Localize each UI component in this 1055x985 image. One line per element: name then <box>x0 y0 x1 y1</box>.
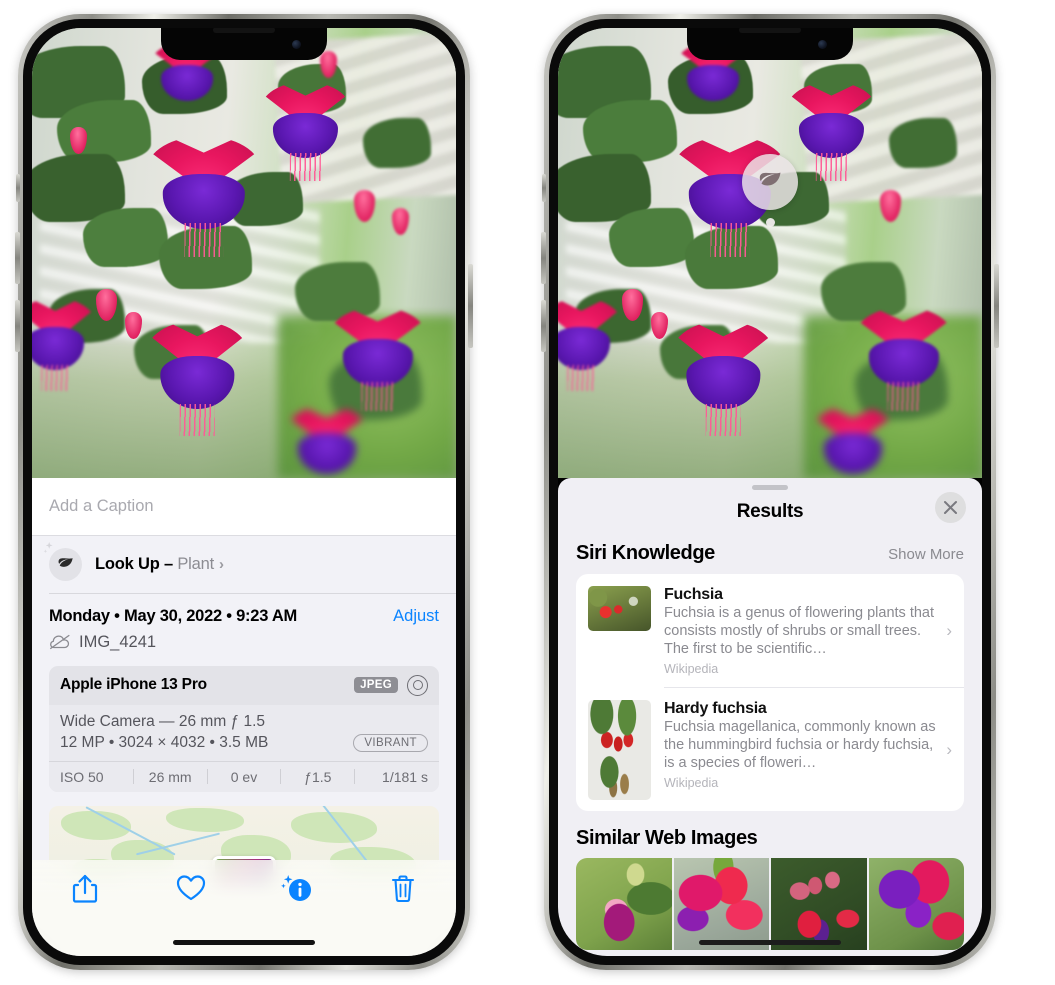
bezel-right: Results Siri Knowledge Show More Fuchsia… <box>549 19 991 965</box>
look-up-row[interactable]: Look Up – Plant › <box>32 536 456 593</box>
volume-down-button[interactable] <box>15 300 20 352</box>
screen-right: Results Siri Knowledge Show More Fuchsia… <box>558 28 982 956</box>
siri-knowledge-card: Fuchsia Fuchsia is a genus of flowering … <box>576 574 964 811</box>
look-up-label: Look Up – Plant › <box>95 555 224 574</box>
earpiece-speaker <box>739 28 801 33</box>
knowledge-source: Wikipedia <box>664 776 719 791</box>
knowledge-thumbnail <box>588 586 651 631</box>
look-up-title: Look Up – <box>95 555 178 573</box>
info-sparkle-icon <box>281 875 311 901</box>
trash-icon <box>391 875 415 903</box>
leaf-icon <box>43 542 82 581</box>
caption-input[interactable]: Add a Caption <box>32 478 456 536</box>
mute-switch[interactable] <box>542 174 546 202</box>
share-button[interactable] <box>32 874 138 904</box>
knowledge-description: Fuchsia magellanica, commonly known as t… <box>664 718 936 771</box>
knowledge-title: Fuchsia <box>664 586 723 603</box>
similar-web-images-row <box>576 857 964 950</box>
exif-iso: ISO 50 <box>60 768 104 785</box>
knowledge-row[interactable]: Fuchsia Fuchsia is a genus of flowering … <box>576 574 964 687</box>
file-name: IMG_4241 <box>79 632 157 651</box>
exif-shutter: 1/181 s <box>382 768 428 785</box>
volume-up-button[interactable] <box>15 232 20 284</box>
volume-up-button[interactable] <box>541 232 546 284</box>
exif-aperture: ƒ1.5 <box>304 768 332 785</box>
format-badge: JPEG <box>354 677 398 693</box>
results-panel: Results Siri Knowledge Show More Fuchsia… <box>558 478 982 956</box>
knowledge-source: Wikipedia <box>664 662 719 677</box>
similar-image-thumb[interactable] <box>576 857 672 950</box>
heart-icon <box>176 875 206 901</box>
show-more-button[interactable]: Show More <box>888 546 964 563</box>
similar-image-thumb[interactable] <box>673 857 769 950</box>
favorite-button[interactable] <box>138 874 244 902</box>
photo-fuchsia-right[interactable] <box>558 28 982 478</box>
front-camera-icon <box>818 40 827 49</box>
power-button[interactable] <box>994 264 999 348</box>
caption-placeholder: Add a Caption <box>49 497 154 515</box>
capture-date: Monday • May 30, 2022 • 9:23 AM <box>49 606 298 625</box>
chevron-right-icon: › <box>218 556 224 573</box>
earpiece-speaker <box>213 28 275 33</box>
chevron-right-icon: › <box>946 621 952 641</box>
power-button[interactable] <box>468 264 473 348</box>
leaf-icon <box>759 172 781 186</box>
similar-image-thumb[interactable] <box>868 857 964 950</box>
knowledge-description: Fuchsia is a genus of flowering plants t… <box>664 605 935 657</box>
results-title: Results <box>736 501 804 522</box>
share-icon <box>72 874 98 903</box>
camera-model: Apple iPhone 13 Pro <box>60 676 207 693</box>
chevron-right-icon: › <box>946 739 952 759</box>
notch-left <box>161 28 327 60</box>
camera-info-card[interactable]: Apple iPhone 13 Pro JPEG Wide Camera — 2… <box>49 665 439 792</box>
siri-knowledge-header: Siri Knowledge Show More <box>558 534 982 574</box>
bezel-left: Add a Caption Look Up – Plant › Monday •… <box>23 19 465 965</box>
home-indicator-right[interactable] <box>699 940 841 945</box>
siri-knowledge-title: Siri Knowledge <box>576 542 715 564</box>
delete-button[interactable] <box>350 874 456 904</box>
home-indicator-left[interactable] <box>173 940 315 945</box>
exif-ev: 0 ev <box>230 768 258 785</box>
badge-anchor-dot <box>765 218 775 227</box>
iphone-left: Add a Caption Look Up – Plant › Monday •… <box>15 14 473 970</box>
close-icon <box>944 501 957 514</box>
close-button[interactable] <box>935 492 966 523</box>
resolution-info: 12 MP • 3024 × 4032 • 3.5 MB <box>60 733 269 751</box>
knowledge-row[interactable]: Hardy fuchsia Fuchsia magellanica, commo… <box>576 688 964 811</box>
exif-focal: 26 mm <box>148 768 192 785</box>
photographic-style-badge: VIBRANT <box>353 733 428 752</box>
sparkles-icon <box>43 542 53 553</box>
knowledge-title: Hardy fuchsia <box>664 699 767 717</box>
info-button[interactable] <box>244 874 350 904</box>
screenshot-root: Add a Caption Look Up – Plant › Monday •… <box>0 0 1055 985</box>
front-camera-icon <box>292 40 301 49</box>
photo-fuchsia-left[interactable] <box>32 28 456 478</box>
lens-info: Wide Camera — 26 mm ƒ 1.5 <box>60 712 266 730</box>
similar-web-images-title: Similar Web Images <box>576 826 758 849</box>
volume-down-button[interactable] <box>541 300 546 352</box>
aperture-icon <box>407 674 428 696</box>
photo-metadata: Monday • May 30, 2022 • 9:23 AM Adjust I… <box>32 594 456 652</box>
adjust-button[interactable]: Adjust <box>393 607 439 626</box>
knowledge-thumbnail <box>588 699 651 800</box>
iphone-right: Results Siri Knowledge Show More Fuchsia… <box>541 14 999 970</box>
photo-info-sheet: Add a Caption Look Up – Plant › Monday •… <box>32 478 456 956</box>
visual-lookup-badge[interactable] <box>742 154 798 227</box>
notch-right <box>687 28 853 60</box>
mute-switch[interactable] <box>16 174 20 202</box>
look-up-subject: Plant <box>177 555 214 573</box>
screen-left: Add a Caption Look Up – Plant › Monday •… <box>32 28 456 956</box>
icloud-slash-icon <box>49 634 70 650</box>
similar-image-thumb[interactable] <box>771 857 867 950</box>
exif-row: ISO 50 26 mm 0 ev ƒ1.5 1/181 s <box>49 760 439 792</box>
